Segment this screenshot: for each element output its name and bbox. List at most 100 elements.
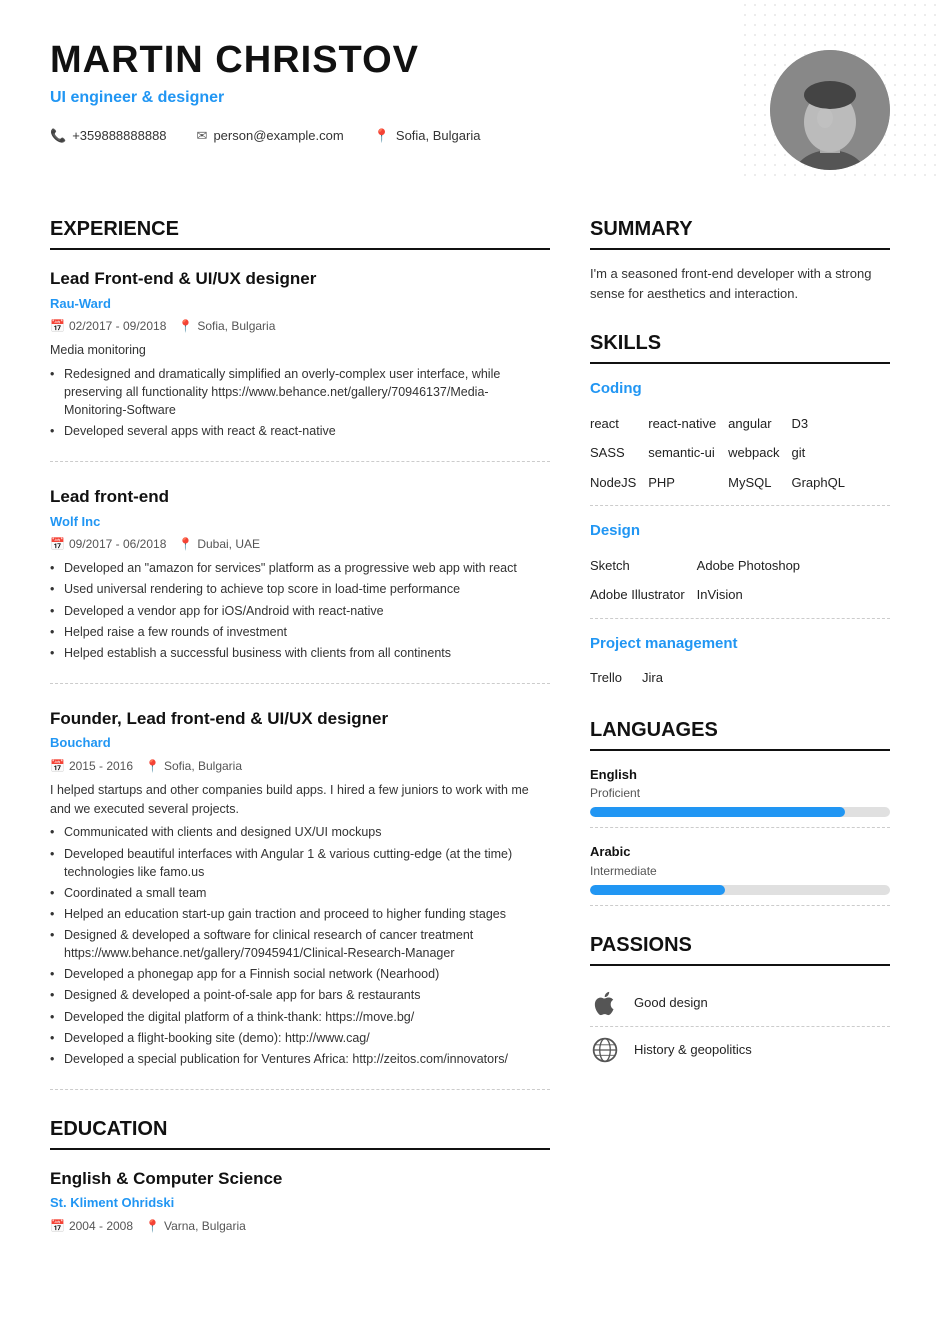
bullet-1-0: Redesigned and dramatically simplified a…	[50, 365, 550, 419]
exp-dates-1: 📅 02/2017 - 09/2018	[50, 317, 166, 335]
exp-location-1: 📍 Sofia, Bulgaria	[178, 317, 275, 335]
company-1: Rau-Ward	[50, 294, 550, 314]
right-column: SUMMARY I'm a seasoned front-end develop…	[590, 190, 890, 1290]
email-contact: ✉ person@example.com	[197, 126, 344, 146]
skill-nodejs: NodeJS	[590, 470, 636, 496]
edu-location-1: 📍 Varna, Bulgaria	[145, 1217, 246, 1235]
resume-header: MARTIN CHRISTOV UI engineer & designer 📞…	[0, 0, 940, 190]
edu-school-1: St. Kliment Ohridski	[50, 1193, 550, 1213]
location-icon-1: 📍	[178, 317, 193, 335]
bullet-3-9: Developed a special publication for Vent…	[50, 1050, 550, 1068]
languages-section-title: LANGUAGES	[590, 715, 890, 751]
location-contact: 📍 Sofia, Bulgaria	[374, 126, 481, 146]
passion-label-design: Good design	[634, 993, 708, 1013]
skill-graphql: GraphQL	[791, 470, 844, 496]
skill-php: PHP	[648, 470, 716, 496]
bullet-3-1: Developed beautiful interfaces with Angu…	[50, 845, 550, 881]
lang-bar-fill-arabic	[590, 885, 725, 895]
skill-git: git	[791, 440, 844, 466]
contact-info: 📞 +359888888888 ✉ person@example.com 📍 S…	[50, 126, 740, 146]
lang-bar-fill-english	[590, 807, 845, 817]
skill-jira: Jira	[642, 665, 663, 691]
header-left: MARTIN CHRISTOV UI engineer & designer 📞…	[50, 40, 740, 145]
email-value: person@example.com	[213, 126, 343, 146]
exp-bullets-3: Communicated with clients and designed U…	[50, 823, 550, 1068]
bullet-3-3: Helped an education start-up gain tracti…	[50, 905, 550, 923]
bullet-1-1: Developed several apps with react & reac…	[50, 422, 550, 440]
edu-dates-1: 📅 2004 - 2008	[50, 1217, 133, 1235]
skill-react-native: react-native	[648, 411, 716, 437]
skill-webpack: webpack	[728, 440, 779, 466]
language-english: English Proficient	[590, 765, 890, 829]
company-2: Wolf Inc	[50, 512, 550, 532]
bullet-2-1: Used universal rendering to achieve top …	[50, 580, 550, 598]
exp-bullets-2: Developed an "amazon for services" platf…	[50, 559, 550, 662]
summary-text: I'm a seasoned front-end developer with …	[590, 264, 890, 304]
job-title-1: Lead Front-end & UI/UX designer	[50, 266, 550, 292]
language-arabic: Arabic Intermediate	[590, 842, 890, 906]
lang-level-arabic: Intermediate	[590, 862, 890, 880]
job-title-2: Lead front-end	[50, 484, 550, 510]
skill-semantic-ui: semantic-ui	[648, 440, 716, 466]
bullet-3-4: Designed & developed a software for clin…	[50, 926, 550, 962]
skill-d3: D3	[791, 411, 844, 437]
main-content: EXPERIENCE Lead Front-end & UI/UX design…	[0, 190, 940, 1330]
bullet-3-6: Designed & developed a point-of-sale app…	[50, 986, 550, 1004]
edu-degree-1: English & Computer Science	[50, 1166, 550, 1192]
exp-description-3: I helped startups and other companies bu…	[50, 781, 550, 819]
education-item-1: English & Computer Science St. Kliment O…	[50, 1166, 550, 1235]
exp-meta-2: 📅 09/2017 - 06/2018 📍 Dubai, UAE	[50, 535, 550, 553]
passions-section-title: PASSIONS	[590, 930, 890, 966]
candidate-title: UI engineer & designer	[50, 86, 740, 110]
skills-divider-1	[590, 505, 890, 506]
calendar-icon-1: 📅	[50, 317, 65, 335]
job-title-3: Founder, Lead front-end & UI/UX designer	[50, 706, 550, 732]
location-value: Sofia, Bulgaria	[396, 126, 481, 146]
skill-sass: SASS	[590, 440, 636, 466]
skill-angular: angular	[728, 411, 779, 437]
skill-invision: InVision	[697, 582, 800, 608]
education-section-title: EDUCATION	[50, 1114, 550, 1150]
location-icon-2: 📍	[178, 535, 193, 553]
phone-value: +359888888888	[72, 126, 166, 146]
bullet-3-8: Developed a flight-booking site (demo): …	[50, 1029, 550, 1047]
bullet-3-2: Coordinated a small team	[50, 884, 550, 902]
skill-photoshop: Adobe Photoshop	[697, 553, 800, 579]
lang-bar-bg-english	[590, 807, 890, 817]
lang-name-english: English	[590, 765, 890, 785]
location-icon-edu: 📍	[145, 1217, 160, 1235]
design-skills-grid: Sketch Adobe Photoshop Adobe Illustrator…	[590, 553, 890, 608]
phone-icon: 📞	[50, 126, 66, 146]
exp-dates-3: 📅 2015 - 2016	[50, 757, 133, 775]
globe-icon	[590, 1035, 620, 1065]
exp-bullets-1: Redesigned and dramatically simplified a…	[50, 365, 550, 441]
skill-trello: Trello	[590, 665, 622, 691]
company-3: Bouchard	[50, 733, 550, 753]
passion-history: History & geopolitics	[590, 1027, 890, 1073]
email-icon: ✉	[197, 126, 208, 146]
bullet-2-3: Helped raise a few rounds of investment	[50, 623, 550, 641]
experience-item-2: Lead front-end Wolf Inc 📅 09/2017 - 06/2…	[50, 484, 550, 684]
pm-skills-grid: Trello Jira	[590, 665, 890, 691]
calendar-icon-2: 📅	[50, 535, 65, 553]
resume-page: MARTIN CHRISTOV UI engineer & designer 📞…	[0, 0, 940, 1330]
location-icon: 📍	[374, 126, 390, 146]
coding-category-label: Coding	[590, 378, 890, 401]
exp-meta-1: 📅 02/2017 - 09/2018 📍 Sofia, Bulgaria	[50, 317, 550, 335]
passion-good-design: Good design	[590, 980, 890, 1027]
coding-skills-grid: react react-native angular D3 SASS seman…	[590, 411, 890, 496]
left-column: EXPERIENCE Lead Front-end & UI/UX design…	[50, 190, 550, 1290]
bullet-2-0: Developed an "amazon for services" platf…	[50, 559, 550, 577]
skills-section-title: SKILLS	[590, 328, 890, 364]
bullet-2-2: Developed a vendor app for iOS/Android w…	[50, 602, 550, 620]
lang-name-arabic: Arabic	[590, 842, 890, 862]
experience-item-1: Lead Front-end & UI/UX designer Rau-Ward…	[50, 266, 550, 462]
skill-sketch: Sketch	[590, 553, 685, 579]
lang-level-english: Proficient	[590, 784, 890, 802]
experience-section-title: EXPERIENCE	[50, 214, 550, 250]
summary-section-title: SUMMARY	[590, 214, 890, 250]
experience-item-3: Founder, Lead front-end & UI/UX designer…	[50, 706, 550, 1090]
pm-category-label: Project management	[590, 633, 890, 656]
profile-photo	[770, 50, 890, 170]
design-category-label: Design	[590, 520, 890, 543]
